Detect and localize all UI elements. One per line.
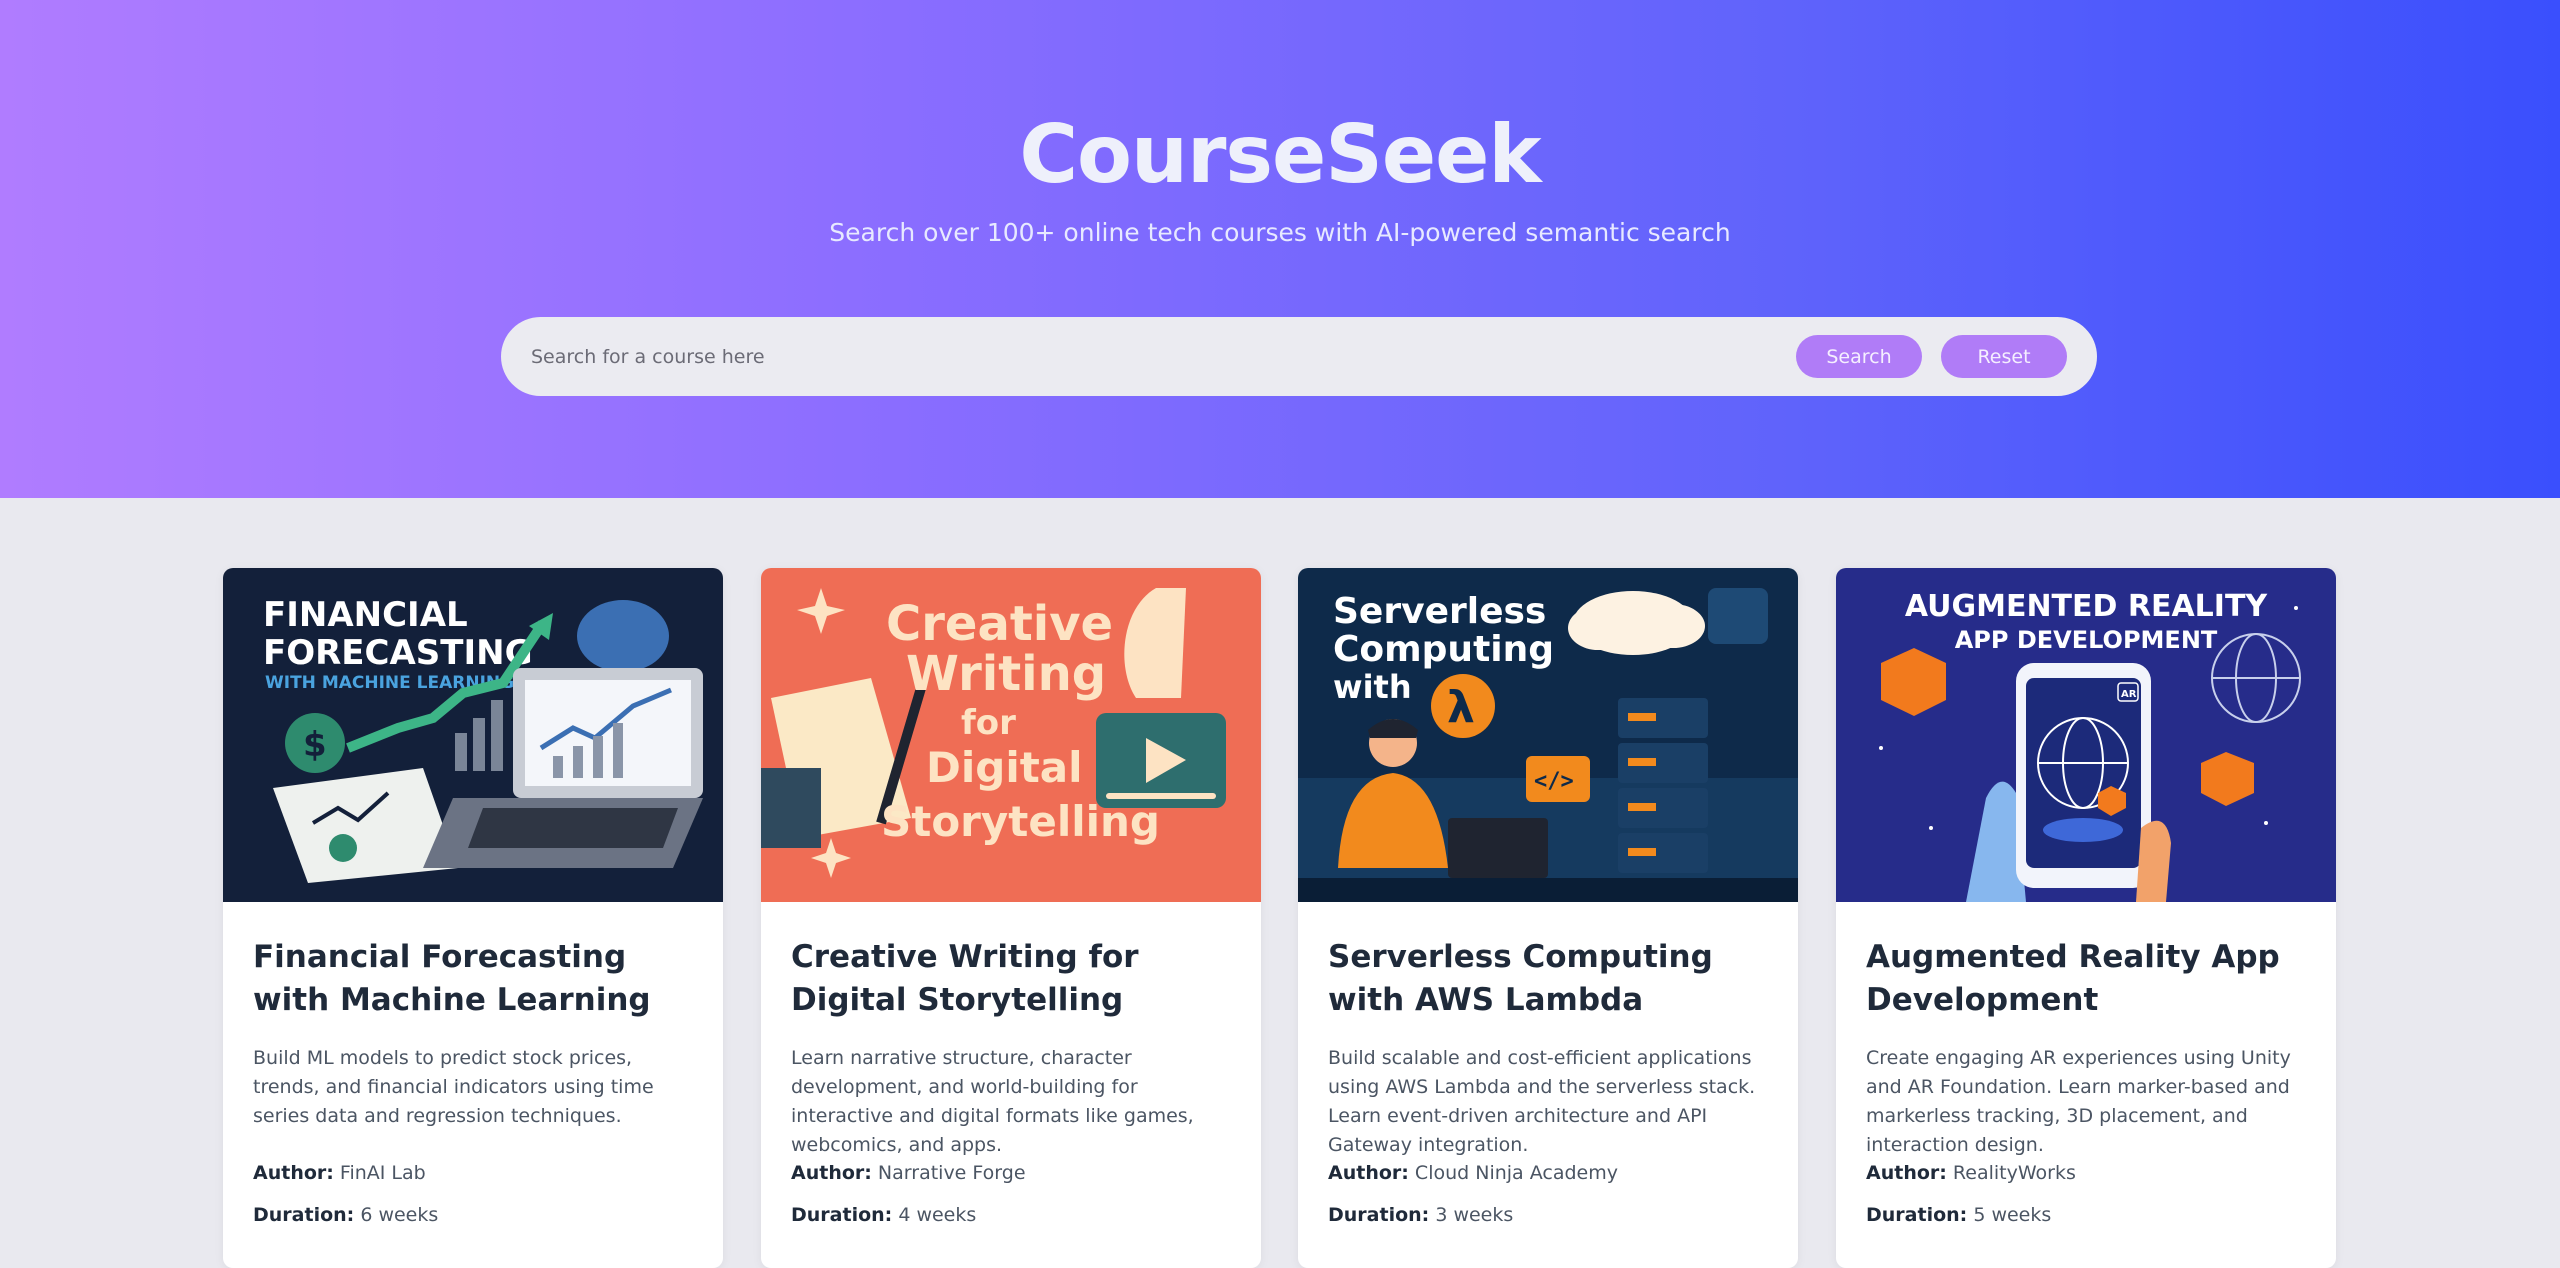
serverless-illustration: Serverless Computing with λ </> bbox=[1298, 568, 1798, 902]
image-text: with bbox=[1333, 668, 1412, 706]
app-subtitle: Search over 100+ online tech courses wit… bbox=[829, 218, 1731, 247]
course-title[interactable]: Financial Forecasting with Machine Learn… bbox=[253, 936, 693, 1022]
course-duration: Duration: 5 weeks bbox=[1866, 1204, 2052, 1226]
app-title: CourseSeek bbox=[1019, 108, 1541, 201]
course-description: Build ML models to predict stock prices,… bbox=[253, 1047, 654, 1127]
image-text: Writing bbox=[906, 646, 1106, 702]
course-description: Learn narrative structure, character dev… bbox=[791, 1047, 1194, 1156]
svg-text:AR: AR bbox=[2121, 689, 2137, 700]
course-duration: Duration: 3 weeks bbox=[1328, 1204, 1514, 1226]
brain-icon bbox=[577, 600, 669, 672]
image-text: APP DEVELOPMENT bbox=[1955, 626, 2218, 654]
course-author: Author: FinAI Lab bbox=[253, 1162, 426, 1184]
svg-text:$: $ bbox=[303, 725, 327, 765]
svg-text:λ: λ bbox=[1447, 682, 1475, 733]
course-thumbnail-augmented-reality: AUGMENTED REALITY APP DEVELOPMENT AR bbox=[1836, 568, 2336, 902]
creative-writing-illustration: Creative Writing for Digital Storytellin… bbox=[761, 568, 1261, 902]
course-author: Author: Cloud Ninja Academy bbox=[1328, 1162, 1618, 1184]
augmented-reality-illustration: AUGMENTED REALITY APP DEVELOPMENT AR bbox=[1836, 568, 2336, 902]
course-author: Author: RealityWorks bbox=[1866, 1162, 2076, 1184]
image-text: FINANCIAL bbox=[263, 595, 468, 635]
upload-icon bbox=[1708, 588, 1768, 644]
course-thumbnail-creative-writing: Creative Writing for Digital Storytellin… bbox=[761, 568, 1261, 902]
image-text: Computing bbox=[1333, 629, 1554, 670]
reset-button[interactable]: Reset bbox=[1941, 335, 2067, 378]
search-button[interactable]: Search bbox=[1796, 335, 1922, 378]
image-text: Digital bbox=[926, 743, 1083, 792]
course-title[interactable]: Serverless Computing with AWS Lambda bbox=[1328, 936, 1768, 1022]
course-card[interactable]: FINANCIAL FORECASTING WITH MACHINE LEARN… bbox=[223, 568, 723, 1268]
image-text: for bbox=[961, 703, 1016, 743]
course-thumbnail-serverless: Serverless Computing with λ </> bbox=[1298, 568, 1798, 902]
hero-header: CourseSeek Search over 100+ online tech … bbox=[0, 0, 2560, 498]
course-title[interactable]: Augmented Reality App Development bbox=[1866, 936, 2306, 1022]
image-text: AUGMENTED REALITY bbox=[1905, 589, 2269, 624]
search-bar: Search Reset bbox=[501, 317, 2097, 396]
financial-forecasting-illustration: FINANCIAL FORECASTING WITH MACHINE LEARN… bbox=[223, 568, 723, 902]
course-duration: Duration: 4 weeks bbox=[791, 1204, 977, 1226]
svg-text:</>: </> bbox=[1534, 769, 1574, 794]
course-description: Create engaging AR experiences using Uni… bbox=[1866, 1047, 2291, 1156]
image-text: FORECASTING bbox=[263, 633, 533, 673]
search-input[interactable] bbox=[531, 337, 1731, 377]
course-card[interactable]: Creative Writing for Digital Storytellin… bbox=[761, 568, 1261, 1268]
course-description: Build scalable and cost-efficient applic… bbox=[1328, 1047, 1756, 1156]
course-card[interactable]: Serverless Computing with λ </> Serverle… bbox=[1298, 568, 1798, 1268]
course-duration: Duration: 6 weeks bbox=[253, 1204, 439, 1226]
course-thumbnail-financial-forecasting: FINANCIAL FORECASTING WITH MACHINE LEARN… bbox=[223, 568, 723, 902]
course-author: Author: Narrative Forge bbox=[791, 1162, 1026, 1184]
course-card[interactable]: AUGMENTED REALITY APP DEVELOPMENT AR Aug… bbox=[1836, 568, 2336, 1268]
laptop-icon bbox=[1448, 818, 1548, 878]
course-title[interactable]: Creative Writing for Digital Storytellin… bbox=[791, 936, 1231, 1022]
image-text: Creative bbox=[886, 596, 1113, 652]
image-text: Serverless bbox=[1333, 591, 1546, 632]
